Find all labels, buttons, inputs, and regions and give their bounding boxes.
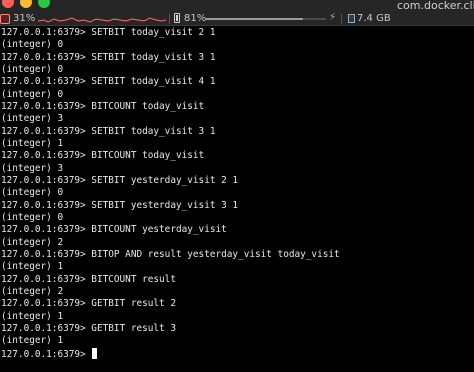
terminal-line: 127.0.0.1:6379> BITOP AND result yesterd… — [1, 248, 340, 260]
terminal-line: 127.0.0.1:6379> SETBIT yesterday_visit 2… — [1, 174, 239, 186]
lightning-icon: ⚡ — [329, 12, 337, 23]
divider — [341, 14, 342, 24]
window-title: com.docker.cli — [397, 0, 474, 12]
terminal-line: 127.0.0.1:6379> SETBIT today_visit 3 1 — [1, 51, 216, 63]
battery-bar-fill — [206, 18, 304, 20]
terminal-line: (integer) 2 — [1, 285, 64, 297]
terminal-line: 127.0.0.1:6379> GETBIT result 3 — [1, 322, 176, 334]
terminal-line: 127.0.0.1:6379> SETBIT today_visit 3 1 — [1, 125, 216, 137]
terminal-line: 127.0.0.1:6379> BITCOUNT today_visit — [1, 150, 205, 162]
terminal-line: 127.0.0.1:6379> SETBIT today_visit 2 1 — [1, 27, 216, 38]
cpu-usage: 31% — [13, 13, 36, 24]
terminal-line: (integer) 3 — [1, 162, 64, 174]
terminal-line: (integer) 1 — [1, 137, 64, 149]
text-cursor — [92, 347, 98, 359]
terminal-line: 127.0.0.1:6379> BITCOUNT yesterday_visit — [1, 224, 227, 236]
battery-level: 81% — [184, 13, 207, 24]
terminal-line: (integer) 0 — [1, 211, 64, 223]
prompt-text: 127.0.0.1:6379> — [1, 348, 92, 360]
terminal-output[interactable]: 127.0.0.1:6379> SETBIT today_visit 2 1 (i… — [0, 26, 474, 372]
command-prompt[interactable]: 127.0.0.1:6379> — [1, 347, 98, 361]
battery-icon — [174, 13, 180, 23]
terminal-line: (integer) 1 — [1, 261, 64, 273]
status-bar: 31% 81% ⚡ 7.4 GB com.docker.cli — [0, 0, 474, 26]
terminal-line: 127.0.0.1:6379> BITCOUNT today_visit — [1, 100, 205, 112]
terminal-line: (integer) 0 — [1, 187, 64, 199]
memory-usage: 7.4 GB — [357, 13, 391, 24]
minimize-window-button[interactable] — [20, 0, 32, 8]
close-window-button[interactable] — [2, 0, 14, 8]
cpu-graph — [38, 17, 166, 23]
terminal-line: 127.0.0.1:6379> SETBIT today_visit 4 1 — [1, 76, 216, 88]
zoom-window-button[interactable] — [38, 0, 50, 8]
terminal-line: (integer) 2 — [1, 236, 64, 248]
terminal-line: (integer) 3 — [1, 113, 64, 125]
divider — [169, 14, 170, 24]
terminal-line: (integer) 1 — [1, 335, 64, 347]
terminal-line: (integer) 1 — [1, 310, 64, 322]
battery-bar — [206, 18, 326, 20]
terminal-line: (integer) 0 — [1, 63, 64, 75]
terminal-line: 127.0.0.1:6379> BITCOUNT result — [1, 273, 176, 285]
terminal-line: 127.0.0.1:6379> SETBIT yesterday_visit 3… — [1, 199, 239, 211]
terminal-line: (integer) 0 — [1, 39, 64, 51]
memory-icon — [348, 14, 355, 23]
terminal-line: (integer) 0 — [1, 88, 64, 100]
terminal-line: 127.0.0.1:6379> GETBIT result 2 — [1, 298, 176, 310]
cpu-icon — [0, 14, 10, 24]
